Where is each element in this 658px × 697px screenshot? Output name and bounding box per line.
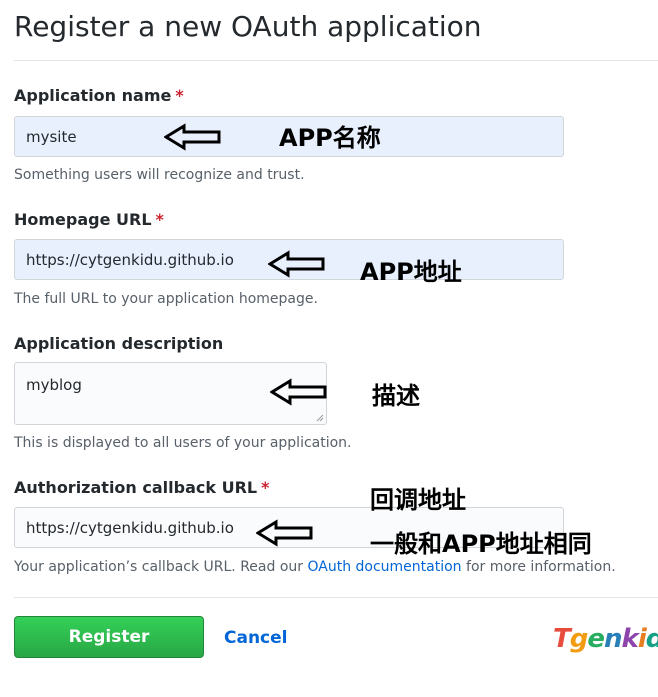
- app-name-label: Application name *: [14, 86, 184, 105]
- logo-letter: e: [587, 624, 605, 654]
- annotation-homepage: APP地址: [360, 258, 462, 286]
- title-divider: [14, 60, 658, 61]
- oauth-docs-link[interactable]: OAuth documentation: [307, 559, 461, 575]
- homepage-url-label-text: Homepage URL: [14, 210, 152, 229]
- left-arrow-icon: [268, 250, 325, 278]
- description-note: This is displayed to all users of your a…: [14, 435, 352, 451]
- logo-letter: T: [553, 624, 571, 654]
- annotation-app-name: APP名称: [279, 124, 381, 152]
- annotation-description: 描述: [372, 382, 420, 410]
- resize-grip-icon[interactable]: [316, 414, 324, 422]
- cancel-button[interactable]: Cancel: [224, 628, 287, 648]
- left-arrow-icon: [270, 378, 327, 406]
- callback-url-label-text: Authorization callback URL: [14, 478, 258, 497]
- logo-letter: g: [569, 624, 589, 654]
- callback-url-note: Your application’s callback URL. Read ou…: [14, 559, 616, 575]
- logo-letter: n: [604, 624, 622, 654]
- left-arrow-icon: [256, 519, 313, 547]
- logo-letter: i: [637, 624, 647, 654]
- tgenkidu-logo: Tgenkidu: [553, 624, 658, 654]
- homepage-url-label: Homepage URL *: [14, 210, 164, 229]
- callback-note-suffix: for more information.: [461, 559, 616, 575]
- left-arrow-icon: [164, 123, 221, 151]
- logo-letter: k: [621, 624, 639, 654]
- required-marker: *: [175, 86, 184, 105]
- callback-note-prefix: Your application’s callback URL. Read ou…: [14, 559, 308, 575]
- page-title: Register a new OAuth application: [14, 10, 482, 43]
- description-label: Application description: [14, 334, 224, 353]
- app-name-note: Something users will recognize and trust…: [14, 167, 305, 183]
- register-application-button[interactable]: Register application: [14, 616, 204, 687]
- actions-divider: [14, 597, 658, 598]
- logo-letter: d: [646, 624, 658, 654]
- description-value: myblog: [26, 376, 82, 394]
- app-name-label-text: Application name: [14, 86, 172, 105]
- callback-url-label: Authorization callback URL *: [14, 478, 269, 497]
- oauth-register-page: Register a new OAuth application Applica…: [0, 0, 658, 687]
- required-marker: *: [155, 210, 164, 229]
- annotation-callback-1: 回调地址: [370, 486, 466, 514]
- required-marker: *: [261, 478, 270, 497]
- annotation-callback-2: 一般和APP地址相同: [370, 530, 592, 558]
- homepage-url-note: The full URL to your application homepag…: [14, 291, 318, 307]
